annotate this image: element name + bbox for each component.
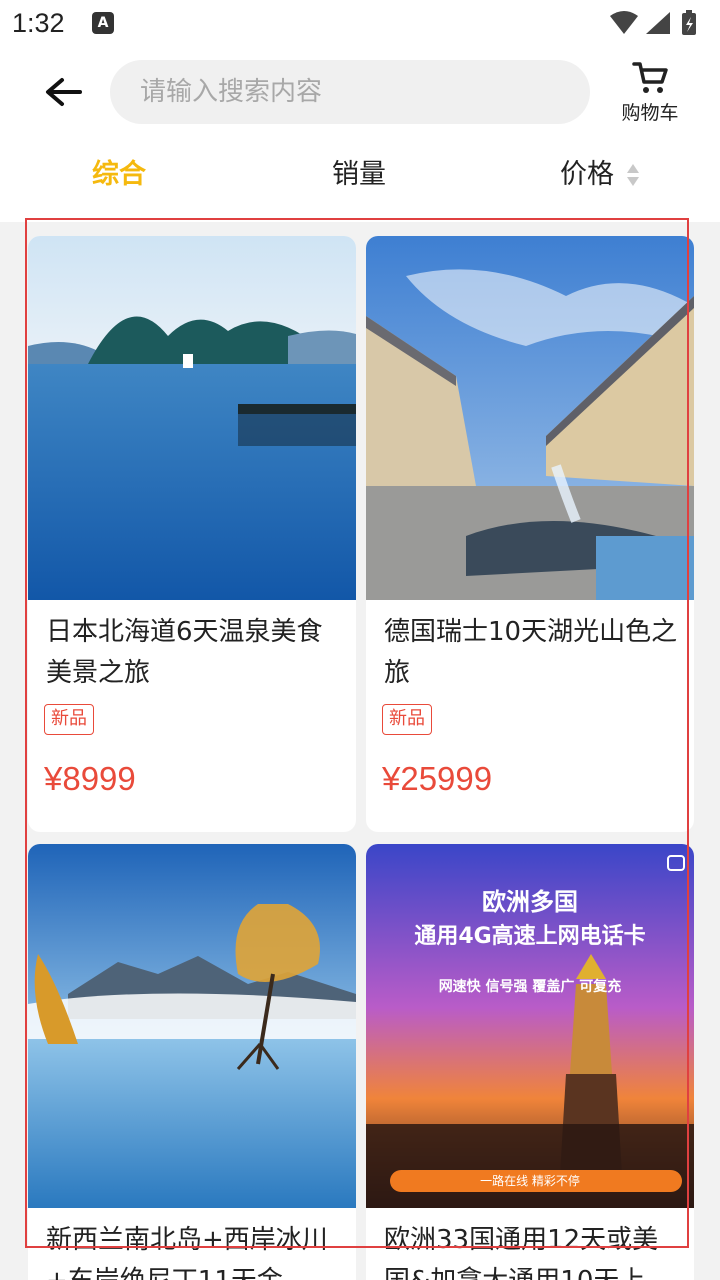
battery-icon bbox=[682, 10, 696, 35]
product-image bbox=[366, 236, 694, 600]
signal-icon bbox=[646, 12, 670, 34]
sort-bar: 综合 销量 价格 bbox=[0, 138, 720, 222]
status-bar: 1:32 A bbox=[0, 0, 720, 50]
product-image bbox=[28, 844, 356, 1208]
cart-button[interactable]: 购物车 bbox=[610, 60, 690, 130]
product-image bbox=[28, 236, 356, 600]
product-title: 德国瑞士10天湖光山色之旅 bbox=[384, 617, 678, 688]
search-input[interactable] bbox=[140, 60, 570, 124]
product-price: ¥25999 bbox=[382, 760, 493, 797]
notification-app-icon: A bbox=[92, 12, 114, 34]
banner-features: 网速快 信号强 覆盖广 可复充 bbox=[438, 979, 622, 995]
product-grid: 日本北海道6天温泉美食美景之旅 新品 ¥8999 德国瑞士10天湖光山色之旅 新 bbox=[26, 236, 696, 1280]
banner-title-line1: 欧洲多国 bbox=[482, 888, 578, 916]
status-time: 1:32 bbox=[12, 8, 65, 38]
search-box[interactable] bbox=[110, 60, 590, 124]
product-title: 新西兰南北岛+西岸冰川+东岸绝尼丁11天金 bbox=[46, 1225, 328, 1280]
new-badge: 新品 bbox=[44, 704, 94, 735]
wifi-icon bbox=[610, 11, 638, 34]
sort-arrows-icon[interactable] bbox=[626, 162, 640, 188]
shopping-cart-icon bbox=[632, 62, 668, 93]
top-header: 购物车 bbox=[0, 50, 720, 138]
product-price: ¥8999 bbox=[44, 760, 136, 797]
back-button[interactable] bbox=[40, 70, 88, 118]
sort-tab-comprehensive[interactable]: 综合 bbox=[92, 138, 146, 212]
banner-footer: 一路在线 精彩不停 bbox=[480, 1174, 580, 1188]
product-title: 欧洲33国通用12天或美国&加拿大通用10天上 bbox=[384, 1225, 659, 1280]
sort-tab-sales[interactable]: 销量 bbox=[332, 138, 386, 212]
cart-label: 购物车 bbox=[621, 102, 679, 124]
product-card[interactable]: 新西兰南北岛+西岸冰川+东岸绝尼丁11天金 bbox=[28, 844, 356, 1280]
product-title: 日本北海道6天温泉美食美景之旅 bbox=[46, 617, 323, 688]
product-card[interactable]: 德国瑞士10天湖光山色之旅 新品 ¥25999 bbox=[366, 236, 694, 832]
status-icons bbox=[608, 10, 708, 38]
product-card[interactable]: 日本北海道6天温泉美食美景之旅 新品 ¥8999 bbox=[28, 236, 356, 832]
sort-tab-price[interactable]: 价格 bbox=[560, 138, 614, 212]
product-card[interactable]: 欧洲多国 通用4G高速上网电话卡 网速快 信号强 覆盖广 可复充 一路在线 精彩… bbox=[366, 844, 694, 1280]
arrow-left-icon bbox=[46, 78, 82, 106]
banner-title-line2: 通用4G高速上网电话卡 bbox=[414, 924, 646, 949]
new-badge: 新品 bbox=[382, 704, 432, 735]
